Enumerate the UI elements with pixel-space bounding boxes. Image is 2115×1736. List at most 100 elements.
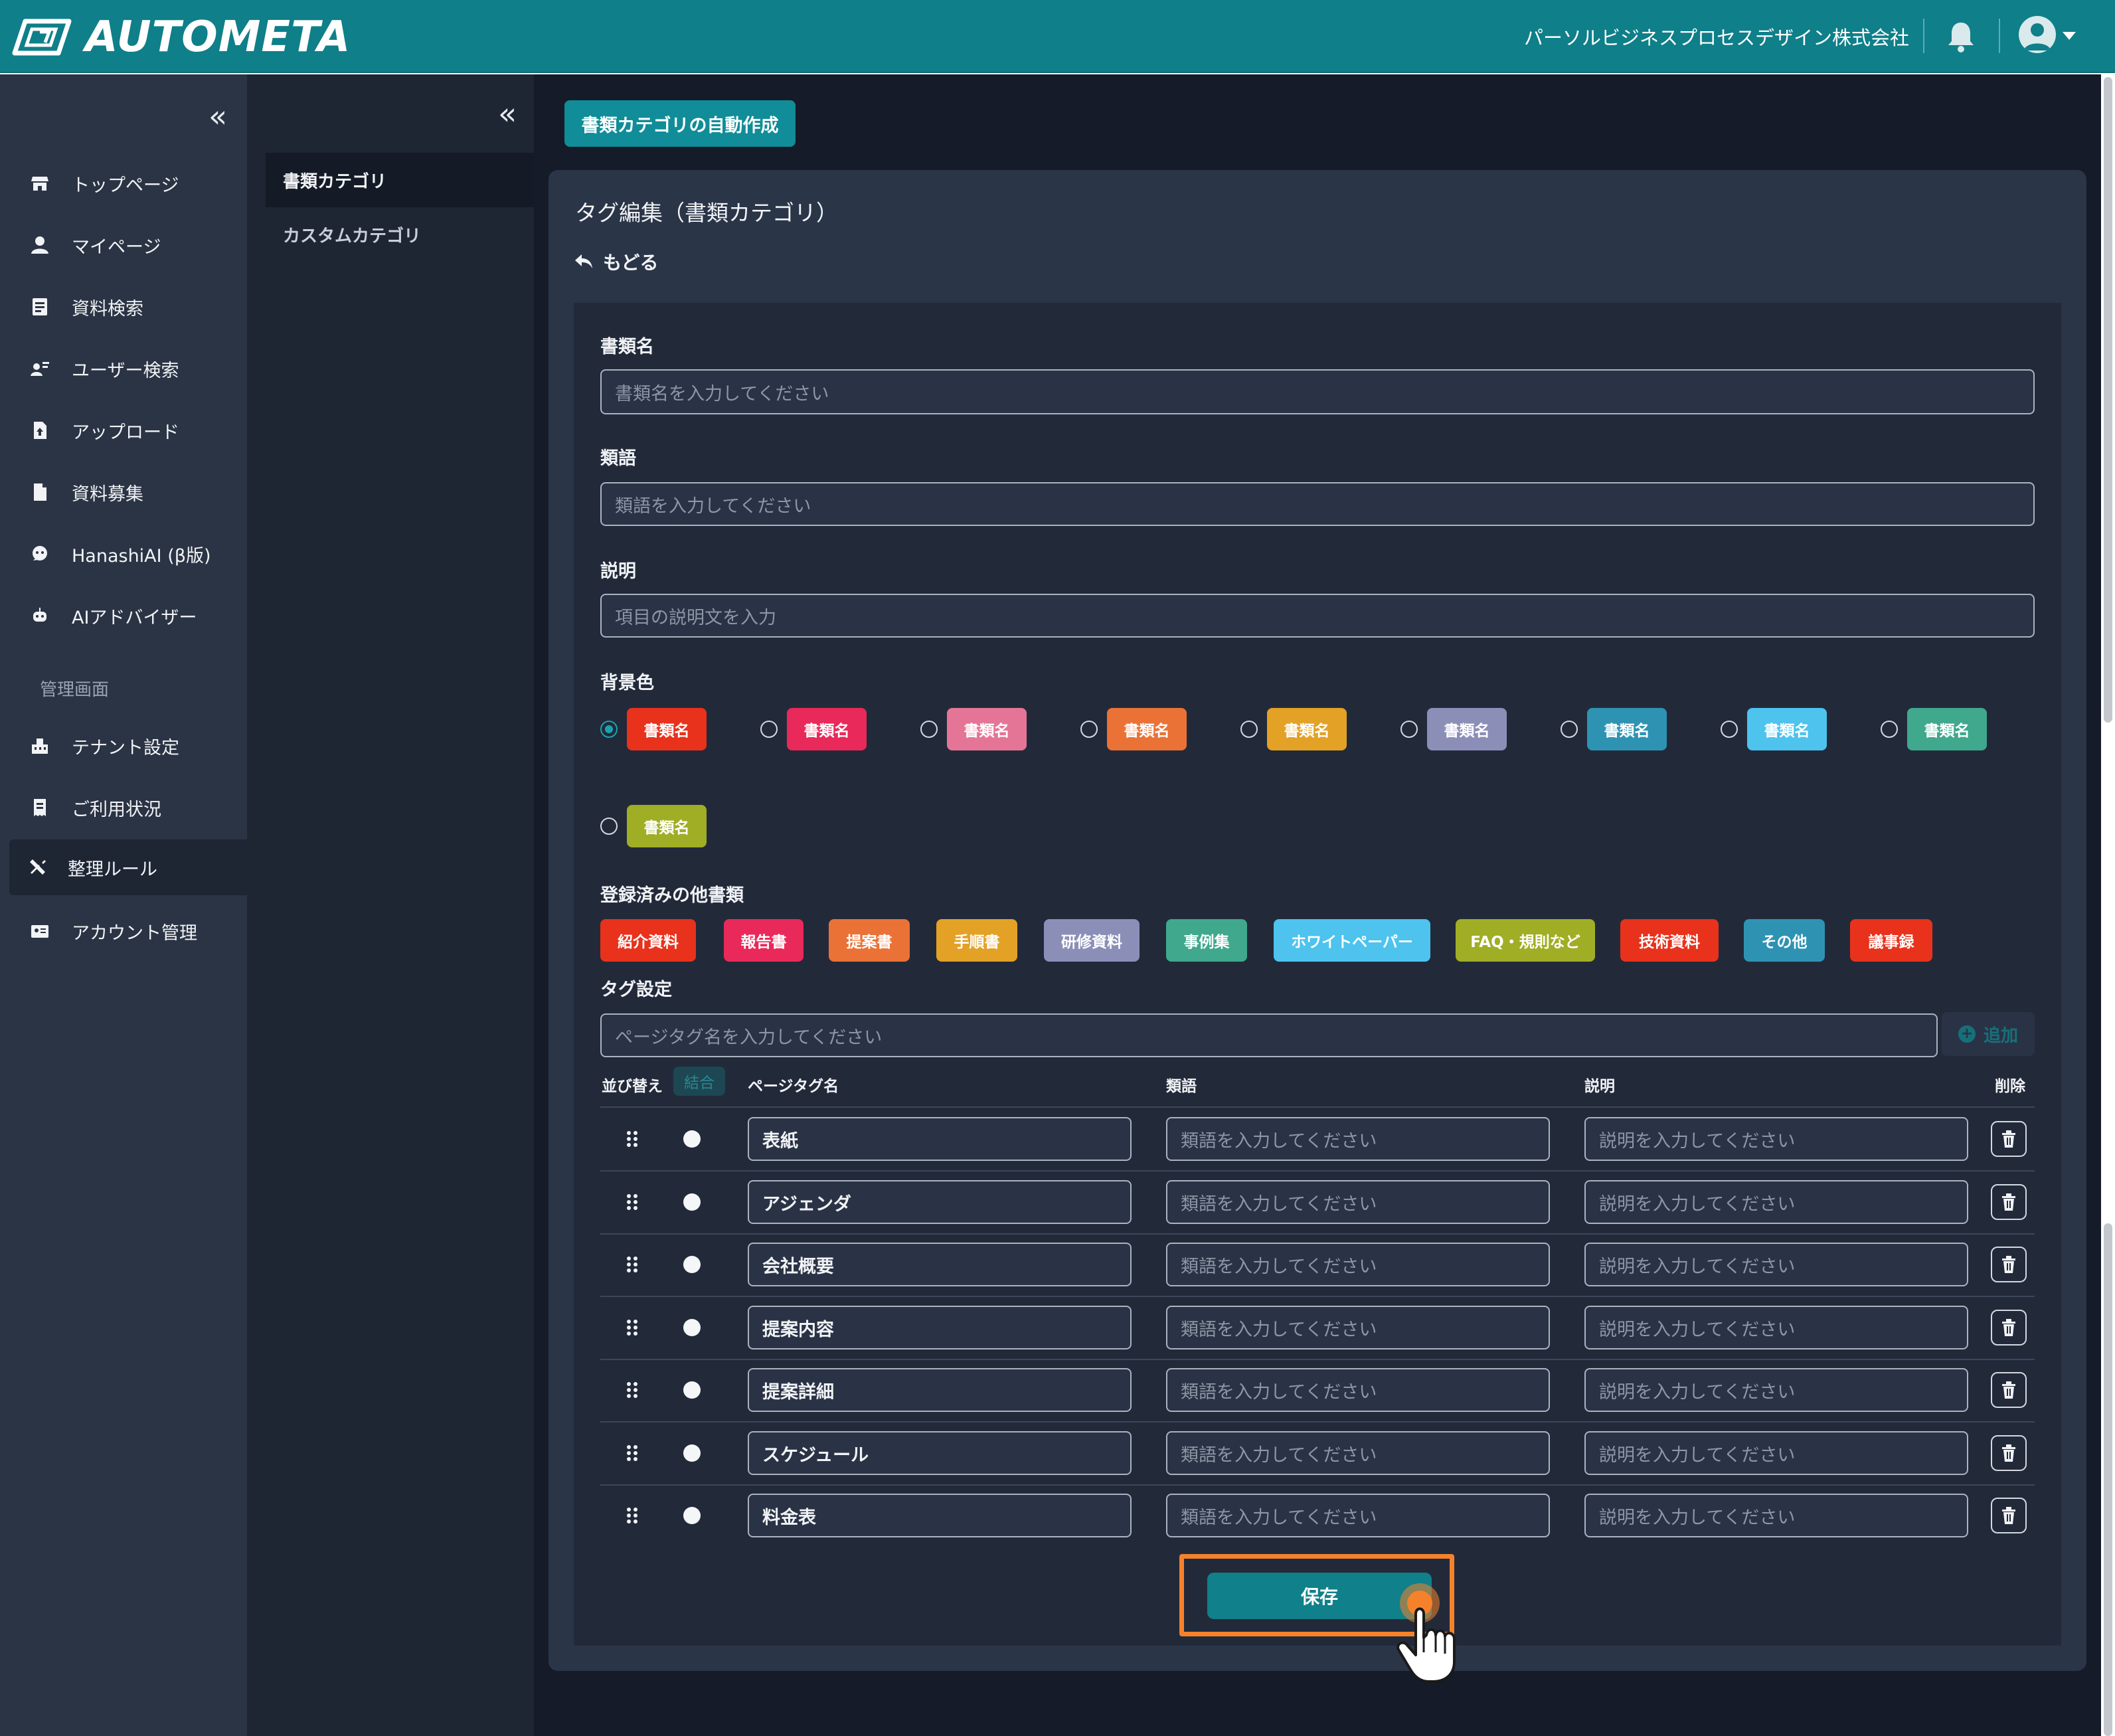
registered-doc-tag[interactable]: 提案書: [829, 919, 910, 962]
scrollbar-thumb[interactable]: [2104, 1223, 2112, 1736]
tag-synonym-input[interactable]: 類語を入力してください: [1166, 1117, 1550, 1161]
bg-color-option[interactable]: 書類名: [600, 805, 707, 847]
bg-color-option[interactable]: 書類名: [1080, 708, 1187, 750]
synonym-input[interactable]: 類語を入力してください: [600, 482, 2035, 526]
registered-doc-tag[interactable]: 技術資料: [1620, 919, 1719, 962]
registered-doc-tag[interactable]: FAQ・規則など: [1456, 919, 1595, 962]
registered-doc-tag[interactable]: 研修資料: [1044, 919, 1140, 962]
tag-description-input[interactable]: 説明を入力してください: [1584, 1180, 1968, 1224]
tag-synonym-input[interactable]: 類語を入力してください: [1166, 1306, 1550, 1349]
bg-color-option[interactable]: 書類名: [600, 708, 707, 750]
scrollbar-thumb[interactable]: [2104, 77, 2112, 723]
radio-button[interactable]: [1721, 721, 1738, 738]
merge-select-radio[interactable]: [683, 1256, 701, 1273]
tag-synonym-input[interactable]: 類語を入力してください: [1166, 1368, 1550, 1412]
registered-doc-tag[interactable]: 紹介資料: [600, 919, 696, 962]
doc-name-input[interactable]: 書類名を入力してください: [600, 369, 2035, 414]
tag-description-input[interactable]: 説明を入力してください: [1584, 1494, 1968, 1537]
subnav-item-doc-category[interactable]: 書類カテゴリ: [266, 153, 534, 207]
merge-select-radio[interactable]: [683, 1444, 701, 1462]
radio-button[interactable]: [1561, 721, 1578, 738]
drag-handle-icon[interactable]: [626, 1256, 639, 1273]
sidebar-item-doc-search[interactable]: 資料検索: [9, 279, 247, 335]
sidebar-item-accounts[interactable]: アカウント管理: [9, 903, 247, 959]
merge-select-radio[interactable]: [683, 1130, 701, 1148]
sidebar-item-hanashiai[interactable]: HanashiAI (β版): [9, 526, 247, 582]
tag-synonym-input[interactable]: 類語を入力してください: [1166, 1494, 1550, 1537]
registered-doc-tag[interactable]: 報告書: [724, 919, 804, 962]
tag-description-input[interactable]: 説明を入力してください: [1584, 1117, 1968, 1161]
delete-row-button[interactable]: [1991, 1310, 2027, 1345]
bg-color-option[interactable]: 書類名: [1721, 708, 1827, 750]
tag-description-input[interactable]: 説明を入力してください: [1584, 1306, 1968, 1349]
radio-button[interactable]: [1240, 721, 1258, 738]
drag-handle-icon[interactable]: [626, 1381, 639, 1399]
merge-select-radio[interactable]: [683, 1193, 701, 1211]
radio-button[interactable]: [760, 721, 778, 738]
delete-row-button[interactable]: [1991, 1372, 2027, 1408]
registered-doc-tag[interactable]: 手順書: [936, 919, 1017, 962]
tag-name-input[interactable]: 料金表: [748, 1494, 1132, 1537]
bg-color-option[interactable]: 書類名: [1240, 708, 1347, 750]
sidebar-item-mypage[interactable]: マイページ: [9, 217, 247, 273]
tag-synonym-input[interactable]: 類語を入力してください: [1166, 1243, 1550, 1286]
registered-doc-tag[interactable]: 議事録: [1850, 919, 1932, 962]
sidebar-item-doc-request[interactable]: 資料募集: [9, 464, 247, 520]
sidebar-item-tenant[interactable]: テナント設定: [9, 718, 247, 774]
tag-name-input[interactable]: 提案詳細: [748, 1368, 1132, 1412]
sidebar-item-top[interactable]: トップページ: [9, 155, 247, 211]
tag-description-input[interactable]: 説明を入力してください: [1584, 1368, 1968, 1412]
tag-description-input[interactable]: 説明を入力してください: [1584, 1243, 1968, 1286]
delete-row-button[interactable]: [1991, 1121, 2027, 1157]
delete-row-button[interactable]: [1991, 1498, 2027, 1533]
tag-name-input[interactable]: 提案内容: [748, 1306, 1132, 1349]
merge-button[interactable]: 結合: [673, 1067, 725, 1096]
radio-button[interactable]: [1400, 721, 1418, 738]
merge-select-radio[interactable]: [683, 1381, 701, 1399]
description-input[interactable]: 項目の説明文を入力: [600, 594, 2035, 638]
tag-synonym-input[interactable]: 類語を入力してください: [1166, 1431, 1550, 1475]
radio-button[interactable]: [600, 721, 618, 738]
tag-name-input[interactable]: 会社概要: [748, 1243, 1132, 1286]
sidebar-item-ai-advisor[interactable]: AIアドバイザー: [9, 588, 247, 644]
bg-color-option[interactable]: 書類名: [1881, 708, 1987, 750]
merge-select-radio[interactable]: [683, 1507, 701, 1524]
registered-doc-tag[interactable]: その他: [1744, 919, 1825, 962]
drag-handle-icon[interactable]: [626, 1319, 639, 1336]
delete-row-button[interactable]: [1991, 1435, 2027, 1471]
radio-button[interactable]: [1080, 721, 1098, 738]
auto-create-category-button[interactable]: 書類カテゴリの自動作成: [564, 100, 796, 147]
radio-button[interactable]: [920, 721, 938, 738]
chevron-down-icon[interactable]: [2063, 32, 2076, 40]
registered-doc-tag[interactable]: ホワイトペーパー: [1274, 919, 1430, 962]
user-avatar-icon[interactable]: [2019, 16, 2056, 53]
merge-select-radio[interactable]: [683, 1319, 701, 1336]
back-link[interactable]: もどる: [574, 248, 658, 275]
tag-name-input[interactable]: スケジュール: [748, 1431, 1132, 1475]
sidebar-item-usage[interactable]: ご利用状況: [9, 780, 247, 835]
registered-doc-tag[interactable]: 事例集: [1166, 919, 1247, 962]
subnav-item-custom-category[interactable]: カスタムカテゴリ: [266, 207, 534, 262]
sidebar-item-rules[interactable]: 整理ルール: [9, 839, 247, 895]
tag-description-input[interactable]: 説明を入力してください: [1584, 1431, 1968, 1475]
radio-button[interactable]: [600, 818, 618, 835]
bg-color-option[interactable]: 書類名: [760, 708, 867, 750]
drag-handle-icon[interactable]: [626, 1444, 639, 1462]
bg-color-option[interactable]: 書類名: [920, 708, 1027, 750]
add-tag-button[interactable]: + 追加: [1942, 1012, 2035, 1056]
tag-name-input[interactable]: アジェンダ: [748, 1180, 1132, 1224]
sidebar-item-upload[interactable]: アップロード: [9, 402, 247, 458]
bell-icon[interactable]: [1946, 20, 1976, 53]
delete-row-button[interactable]: [1991, 1247, 2027, 1282]
sidebar-collapse-icon[interactable]: «: [209, 101, 227, 131]
bg-color-option[interactable]: 書類名: [1561, 708, 1667, 750]
drag-handle-icon[interactable]: [626, 1507, 639, 1524]
page-tag-input[interactable]: ページタグ名を入力してください: [600, 1013, 1938, 1057]
tag-name-input[interactable]: 表紙: [748, 1117, 1132, 1161]
subnav-collapse-icon[interactable]: «: [498, 98, 517, 129]
drag-handle-icon[interactable]: [626, 1193, 639, 1211]
radio-button[interactable]: [1881, 721, 1898, 738]
delete-row-button[interactable]: [1991, 1184, 2027, 1220]
bg-color-option[interactable]: 書類名: [1400, 708, 1507, 750]
brand-logo[interactable]: AUTOMETA: [12, 12, 351, 62]
